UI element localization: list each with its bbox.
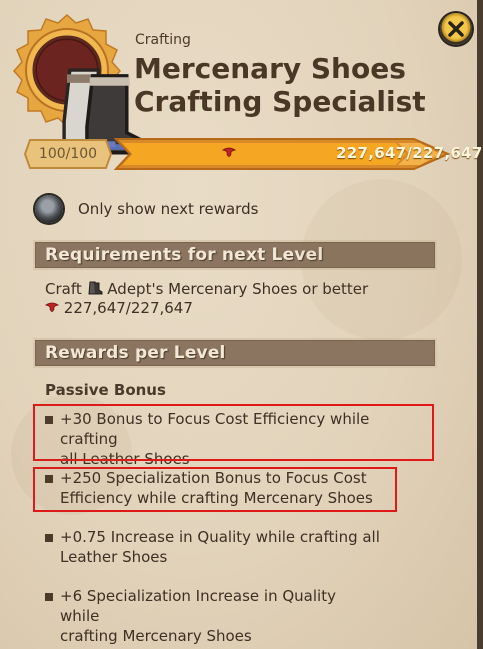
rewards-heading: Rewards per Level xyxy=(45,343,226,363)
crafting-spec-panel: Crafting Mercenary Shoes Crafting Specia… xyxy=(0,0,483,649)
bonus-text-line1: +6 Specialization Increase in Quality wh… xyxy=(60,587,336,625)
bonus-item: +6 Specialization Increase in Quality wh… xyxy=(45,586,380,646)
spec-badge xyxy=(10,13,146,155)
fame-icon xyxy=(44,301,60,319)
requirement-fame: 227,647/227,647 xyxy=(44,299,193,319)
craft-item: Adept's Mercenary Shoes or better xyxy=(107,280,369,298)
bullet xyxy=(45,593,53,601)
bonus-text-line1: +0.75 Increase in Quality while crafting… xyxy=(60,528,380,546)
requirements-header: Requirements for next Level xyxy=(33,240,437,270)
shoes-mini-icon xyxy=(87,280,103,300)
page-title: Mercenary Shoes Crafting Specialist xyxy=(134,52,426,118)
mercenary-shoes-icon xyxy=(47,53,146,155)
requirements-heading: Requirements for next Level xyxy=(45,245,324,265)
craft-prefix: Craft xyxy=(45,280,82,298)
rewards-header: Rewards per Level xyxy=(33,338,437,368)
close-button[interactable] xyxy=(440,13,472,45)
next-rewards-toggle[interactable] xyxy=(35,195,63,223)
level-text: 100/100 xyxy=(38,146,98,162)
bullet xyxy=(45,534,53,542)
requirement-craft: Craft Adept's Mercenary Shoes or better xyxy=(45,280,368,300)
level-indicator: 100/100 xyxy=(24,139,112,169)
fame-progress-bar: 227,647/227,647 xyxy=(114,137,482,171)
requirement-fame-value: 227,647/227,647 xyxy=(63,299,193,317)
toggle-label: Only show next rewards xyxy=(78,200,259,218)
title-line-2: Crafting Specialist xyxy=(134,85,426,118)
bonus-text-line2: crafting Mercenary Shoes xyxy=(60,627,252,645)
passive-bonus-title: Passive Bonus xyxy=(45,381,166,399)
title-line-1: Mercenary Shoes xyxy=(134,52,406,85)
close-icon xyxy=(448,21,464,37)
highlight-box xyxy=(33,467,397,512)
bonus-item: +0.75 Increase in Quality while crafting… xyxy=(45,527,380,567)
bonus-text-line2: Leather Shoes xyxy=(60,548,168,566)
highlight-box xyxy=(33,404,434,461)
fame-text: 227,647/227,647 xyxy=(336,144,483,162)
subtitle: Crafting xyxy=(135,32,191,48)
